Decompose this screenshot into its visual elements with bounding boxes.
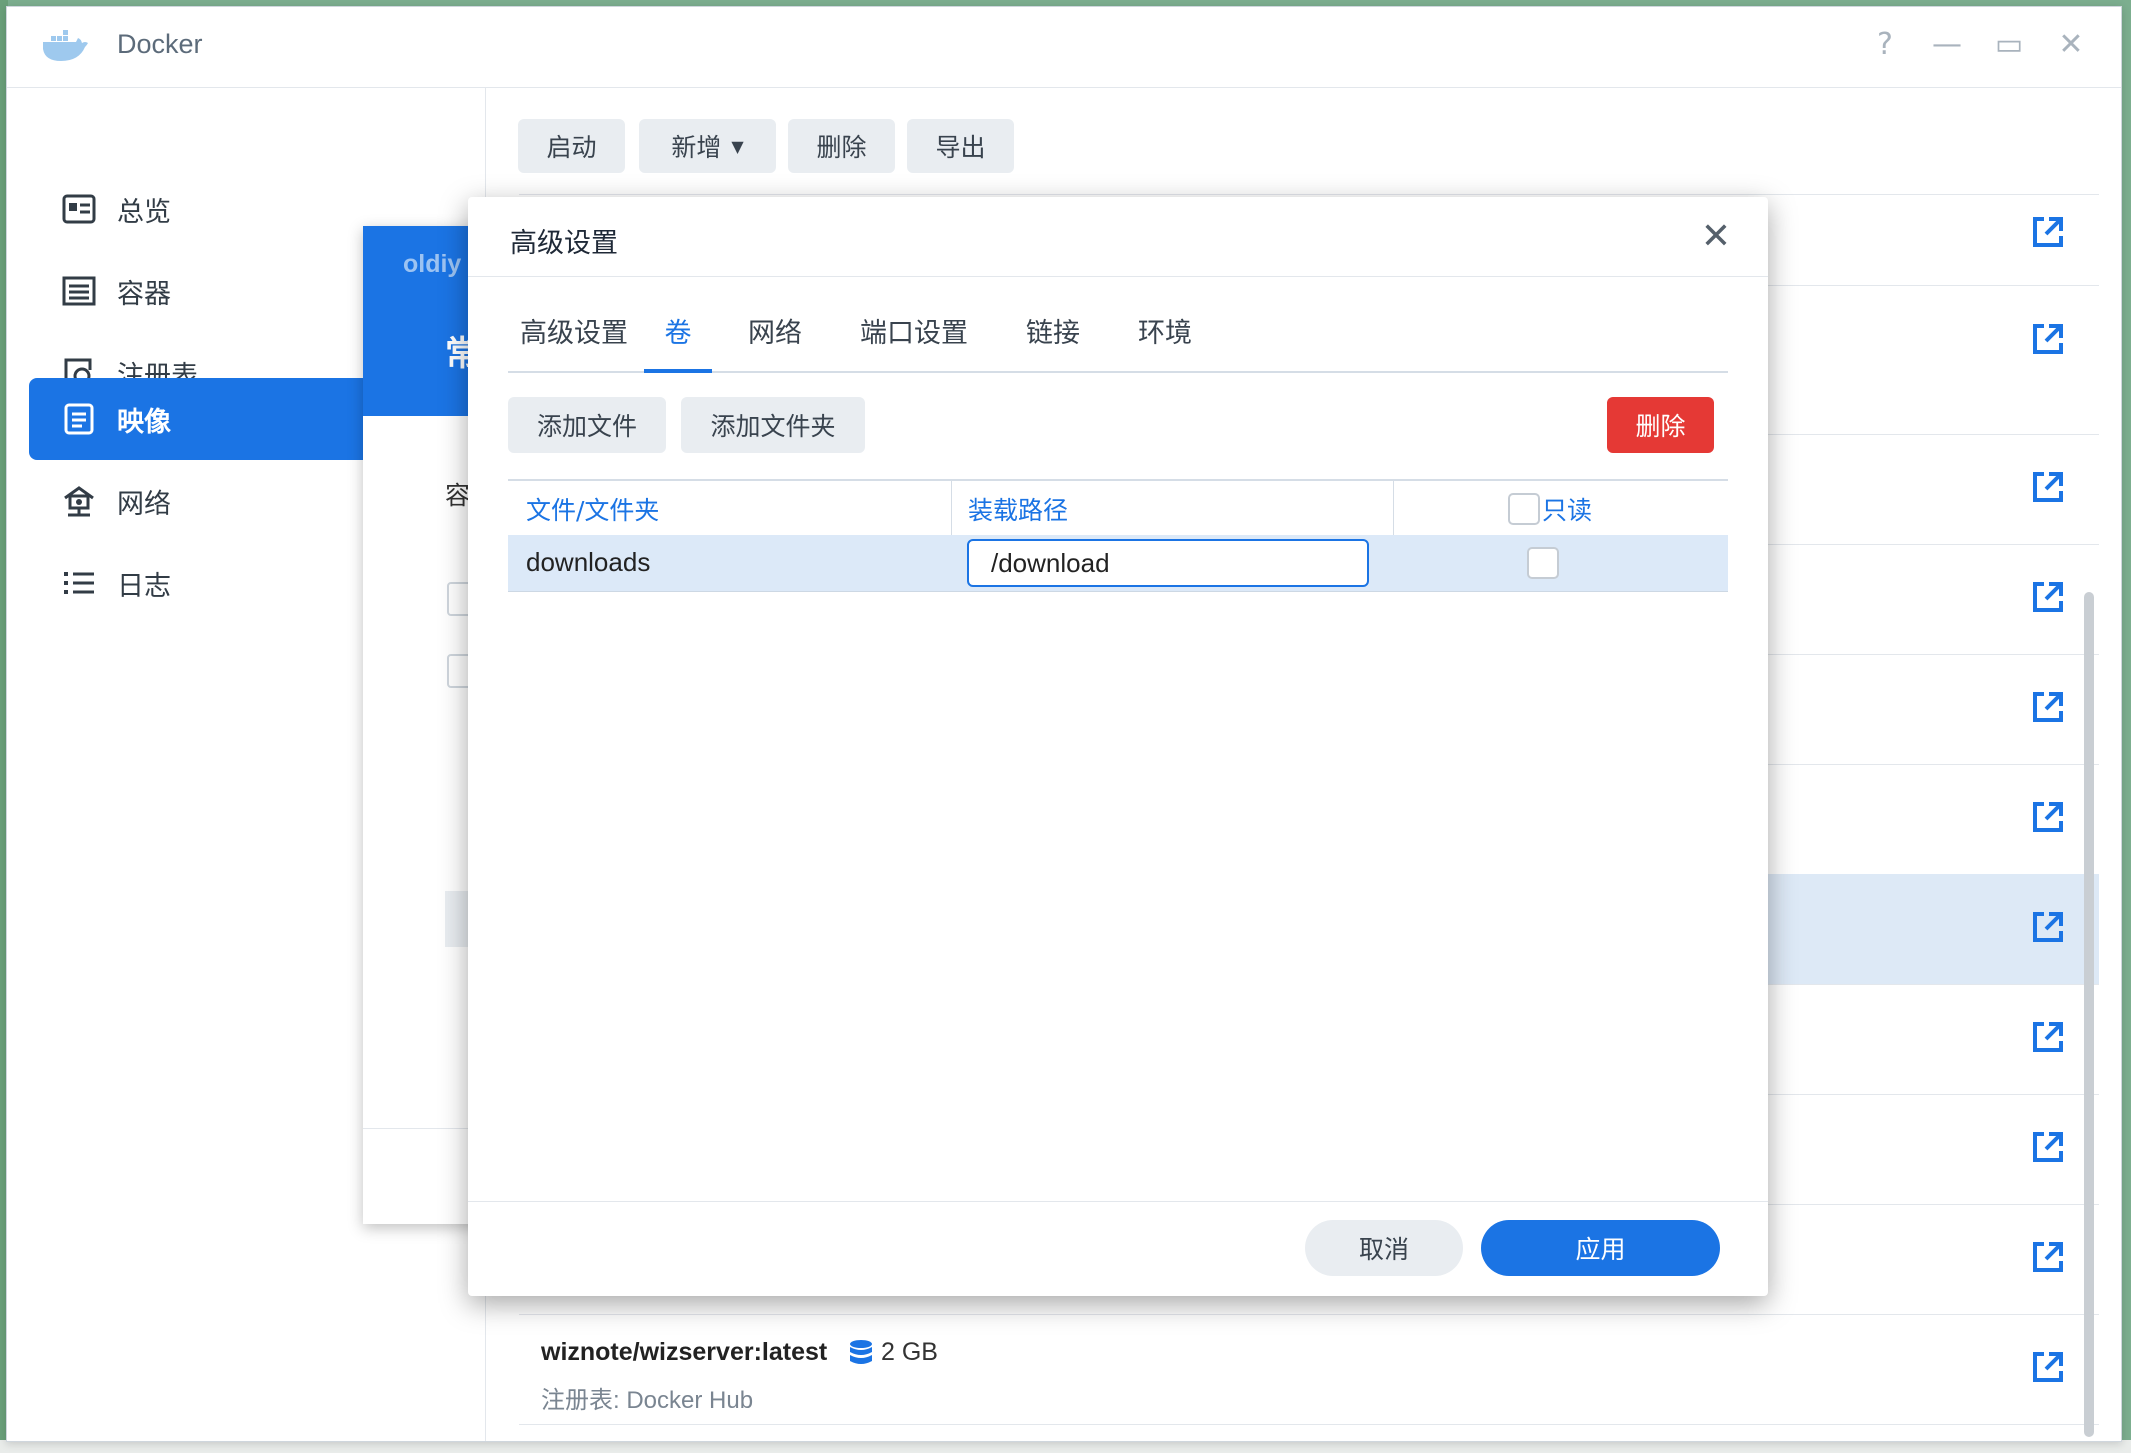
tab-volume[interactable]: 卷 [644, 305, 712, 373]
column-header-file[interactable]: 文件/文件夹 [526, 491, 659, 527]
add-button-label: 新增 [671, 133, 722, 162]
external-link-icon[interactable] [2031, 580, 2065, 614]
external-link-icon[interactable] [2031, 1020, 2065, 1054]
external-link-icon[interactable] [2031, 322, 2065, 356]
apply-button[interactable]: 应用 [1481, 1220, 1720, 1276]
network-icon [61, 483, 97, 519]
wizard-label: 容 [445, 481, 471, 510]
wizard-header-text: oldiy [403, 250, 462, 278]
sidebar-item-label: 总览 [117, 196, 171, 228]
close-window-icon[interactable]: ✕ [2053, 27, 2089, 63]
external-link-icon[interactable] [2031, 800, 2065, 834]
column-divider [951, 481, 952, 537]
database-icon [850, 1339, 872, 1364]
tab-network[interactable]: 网络 [748, 305, 802, 369]
add-file-button[interactable]: 添加文件 [508, 397, 666, 453]
tab-environment[interactable]: 环境 [1138, 305, 1192, 369]
minimize-icon[interactable]: — [1929, 27, 1965, 63]
container-icon [61, 273, 97, 309]
tab-port-settings[interactable]: 端口设置 [860, 305, 968, 369]
sidebar-item-label: 映像 [117, 406, 171, 438]
app-title: Docker [117, 29, 203, 59]
tab-advanced[interactable]: 高级设置 [520, 305, 628, 369]
list-scrollbar[interactable] [2084, 592, 2094, 1437]
column-header-mount-path[interactable]: 装载路径 [968, 491, 1068, 527]
log-icon [61, 565, 97, 601]
external-link-icon[interactable] [2031, 215, 2065, 249]
start-button[interactable]: 启动 [518, 119, 625, 173]
image-registry: 注册表: Docker Hub [541, 1387, 754, 1414]
docker-logo-icon [43, 30, 88, 61]
sidebar-item-label: 日志 [117, 570, 171, 602]
tab-links[interactable]: 链接 [1026, 305, 1080, 369]
column-divider [1393, 481, 1394, 537]
mount-path-input[interactable] [967, 539, 1369, 587]
title-bar: Docker ? — ▭ ✕ [7, 7, 2121, 88]
sidebar-item-label: 网络 [117, 488, 171, 520]
readonly-checkbox[interactable] [1527, 547, 1559, 579]
external-link-icon[interactable] [2031, 1350, 2065, 1384]
delete-volume-button[interactable]: 删除 [1607, 397, 1714, 453]
table-row[interactable]: downloads [508, 535, 1728, 592]
help-icon[interactable]: ? [1867, 27, 1903, 63]
image-size: 2 GB [849, 1338, 938, 1367]
cancel-button[interactable]: 取消 [1305, 1220, 1463, 1276]
image-size-value: 2 GB [881, 1338, 938, 1366]
close-icon[interactable]: ✕ [1696, 217, 1736, 257]
sidebar-item-label: 容器 [117, 278, 171, 310]
overview-icon [61, 191, 97, 227]
volume-file-name: downloads [526, 547, 651, 577]
image-icon [61, 401, 97, 437]
readonly-select-all-checkbox[interactable] [1508, 493, 1540, 525]
external-link-icon[interactable] [2031, 910, 2065, 944]
column-header-readonly: 只读 [1542, 496, 1593, 525]
external-link-icon[interactable] [2031, 1240, 2065, 1274]
external-link-icon[interactable] [2031, 470, 2065, 504]
delete-button[interactable]: 删除 [788, 119, 895, 173]
add-dropdown-button[interactable]: 新增 ▼ [639, 119, 776, 173]
dialog-divider [468, 276, 1768, 277]
advanced-settings-dialog: 高级设置 ✕ 高级设置 卷 网络 端口设置 链接 环境 添加文件 添加文件夹 删… [468, 197, 1768, 1296]
image-name: wiznote/wizserver:latest [541, 1338, 828, 1366]
dialog-footer-divider [468, 1201, 1768, 1202]
table-header: 文件/文件夹 装载路径 只读 [508, 479, 1728, 537]
dialog-title: 高级设置 [510, 228, 618, 259]
export-button[interactable]: 导出 [907, 119, 1014, 173]
dialog-tabs: 高级设置 卷 网络 端口设置 链接 环境 [508, 305, 1728, 373]
maximize-icon[interactable]: ▭ [1991, 27, 2027, 63]
external-link-icon[interactable] [2031, 1130, 2065, 1164]
external-link-icon[interactable] [2031, 690, 2065, 724]
caret-down-icon: ▼ [731, 136, 744, 156]
add-folder-button[interactable]: 添加文件夹 [681, 397, 865, 453]
list-item[interactable]: wiznote/wizserver:latest 2 GB 注册表: Docke… [519, 1314, 2099, 1425]
